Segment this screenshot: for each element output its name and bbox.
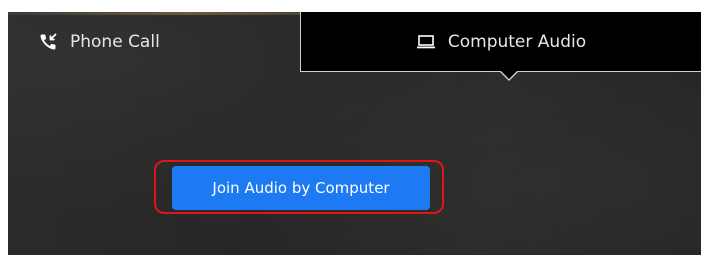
audio-tabs: Phone Call Computer Audio xyxy=(8,12,701,81)
join-audio-button-label: Join Audio by Computer xyxy=(212,179,390,197)
tab-computer-audio-label: Computer Audio xyxy=(447,31,587,52)
tab-phone-call[interactable]: Phone Call xyxy=(8,12,300,72)
laptop-icon xyxy=(416,34,436,50)
tab-phone-call-label: Phone Call xyxy=(70,32,160,52)
audio-dialog: Phone Call Computer Audio Join Audio by … xyxy=(8,12,701,255)
tab-computer-audio[interactable]: Computer Audio xyxy=(300,12,701,81)
join-audio-button[interactable]: Join Audio by Computer xyxy=(172,166,430,210)
phone-icon xyxy=(38,32,58,52)
